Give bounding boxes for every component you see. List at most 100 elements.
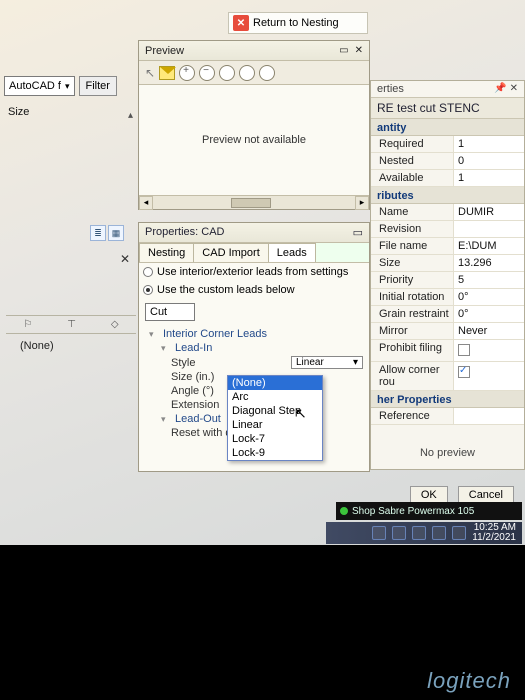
section-attributes: ributes (371, 187, 524, 204)
properties-title: Properties: CAD (145, 226, 224, 239)
tab-leads[interactable]: Leads (268, 243, 316, 262)
flag-icon[interactable]: ⚐ (23, 319, 32, 330)
row-grain-restraint: Grain restraint0° (371, 306, 524, 323)
tab-cad-import[interactable]: CAD Import (193, 243, 268, 262)
tray-icon[interactable] (452, 526, 466, 540)
scroll-thumb[interactable] (231, 198, 271, 208)
screen: ✕ Return to Nesting AutoCAD f▾ Filter Si… (0, 0, 525, 545)
zoom-actual-icon[interactable] (239, 65, 255, 81)
dock-icon[interactable]: ▭ (353, 226, 363, 239)
close-icon[interactable]: ✕ (355, 45, 363, 56)
tray-icon[interactable] (392, 526, 406, 540)
list-view-icon[interactable]: ≣ (90, 225, 106, 241)
properties-tabs: Nesting CAD Import Leads (139, 243, 369, 263)
size-label: Size (in.) (149, 371, 214, 383)
lead-in-label: Lead-In (175, 342, 212, 354)
option-diagonal-step[interactable]: Diagonal Step (228, 404, 322, 418)
preview-toolbar: ↖ + − (139, 61, 369, 85)
option-none[interactable]: (None) (228, 376, 322, 390)
row-available: Available1 (371, 170, 524, 187)
zoom-window-icon[interactable] (259, 65, 275, 81)
tag-icon[interactable]: ◇ (111, 319, 119, 330)
row-prohibit-filing: Prohibit filing (371, 340, 524, 362)
tray-icon[interactable] (412, 526, 426, 540)
envelope-icon[interactable] (159, 66, 175, 80)
notification-toast[interactable]: Shop Sabre Powermax 105 (336, 502, 522, 520)
close-icon[interactable]: ✕ (233, 15, 249, 31)
radio-use-custom[interactable]: Use the custom leads below (139, 281, 369, 299)
zoom-fit-icon[interactable] (219, 65, 235, 81)
monitor-brand: logitech (427, 668, 511, 694)
status-dot-icon (340, 507, 348, 515)
row-name: NameDUMIR (371, 204, 524, 221)
cursor-icon[interactable]: ↖ (145, 66, 155, 80)
none-label: (None) (20, 340, 54, 352)
grid-view-icon[interactable]: ▦ (108, 225, 124, 241)
row-revision: Revision (371, 221, 524, 238)
pin-icon[interactable]: ⊤ (67, 319, 76, 330)
state-toolbar: ⚐ ⊤ ◇ (6, 315, 136, 334)
section-other: her Properties (371, 391, 524, 408)
scroll-left-icon[interactable]: ◂ (139, 196, 153, 210)
font-combo[interactable]: AutoCAD f▾ (4, 76, 75, 96)
collapse-handle[interactable]: ▴ (128, 110, 138, 121)
row-size: Size13.296 (371, 255, 524, 272)
minimize-icon[interactable]: ▭ (339, 45, 348, 56)
panel-tab-label[interactable]: erties (377, 83, 404, 95)
return-to-nesting-bar[interactable]: ✕ Return to Nesting (228, 12, 368, 34)
chevron-down-icon[interactable]: ▾ (149, 329, 159, 340)
option-linear[interactable]: Linear (228, 418, 322, 432)
pin-icon[interactable]: 📌 ✕ (494, 83, 518, 95)
row-initial-rotation: Initial rotation0° (371, 289, 524, 306)
size-label: Size (0, 100, 135, 120)
row-filename: File nameE:\DUM (371, 238, 524, 255)
chevron-down-icon: ▾ (353, 357, 358, 368)
lead-out-label: Lead-Out (175, 413, 221, 425)
chevron-down-icon[interactable]: ▾ (161, 414, 171, 425)
properties-window: Properties: CAD ▭ Nesting CAD Import Lea… (138, 222, 370, 472)
preview-body: Preview not available (139, 85, 369, 195)
reset-label[interactable]: Reset with d (149, 427, 232, 439)
tray-icon[interactable] (372, 526, 386, 540)
entity-properties-panel: erties 📌 ✕ RE test cut STENC antity Requi… (370, 80, 525, 470)
row-required: Required1 (371, 136, 524, 153)
preview-window: Preview ▭ ✕ ↖ + − Preview not available … (138, 40, 370, 210)
zoom-in-icon[interactable]: + (179, 65, 195, 81)
option-lock7[interactable]: Lock-7 (228, 432, 322, 446)
cut-combo[interactable]: Cut (145, 303, 195, 321)
tray-icon[interactable] (432, 526, 446, 540)
mouse-cursor-icon: ↖ (295, 405, 307, 422)
return-label: Return to Nesting (253, 17, 339, 29)
style-dropdown[interactable]: Linear▾ (291, 356, 363, 369)
filter-button[interactable]: Filter (79, 76, 117, 96)
system-tray: 10:25 AM11/2/2021 (326, 522, 522, 544)
extension-label: Extension (149, 399, 219, 411)
left-panel: AutoCAD f▾ Filter Size (0, 72, 135, 120)
toast-text: Shop Sabre Powermax 105 (352, 506, 474, 517)
option-arc[interactable]: Arc (228, 390, 322, 404)
chevron-down-icon[interactable]: ▾ (161, 343, 171, 354)
row-allow-corner: Allow corner rou (371, 362, 524, 391)
preview-scrollbar[interactable]: ◂ ▸ (139, 195, 369, 209)
view-toggle-icons: ≣ ▦ (90, 225, 124, 241)
preview-title: Preview (145, 45, 184, 57)
zoom-out-icon[interactable]: − (199, 65, 215, 81)
entity-title: RE test cut STENC (371, 98, 524, 119)
row-priority: Priority5 (371, 272, 524, 289)
option-lock9[interactable]: Lock-9 (228, 446, 322, 460)
style-dropdown-list[interactable]: (None) Arc Diagonal Step Linear Lock-7 L… (227, 375, 323, 461)
side-preview: No preview (371, 425, 524, 480)
tab-nesting[interactable]: Nesting (139, 243, 194, 262)
chevron-down-icon: ▾ (65, 81, 70, 92)
taskbar-clock[interactable]: 10:25 AM11/2/2021 (472, 523, 516, 543)
radio-use-settings[interactable]: Use interior/exterior leads from setting… (139, 263, 369, 281)
row-mirror: MirrorNever (371, 323, 524, 340)
section-quantity: antity (371, 119, 524, 136)
style-label: Style (149, 357, 195, 369)
angle-label: Angle (°) (149, 385, 214, 397)
row-nested: Nested0 (371, 153, 524, 170)
panel-close-icon[interactable]: ✕ (120, 252, 130, 266)
row-reference: Reference (371, 408, 524, 425)
scroll-right-icon[interactable]: ▸ (355, 196, 369, 210)
section-interior-corner: Interior Corner Leads (163, 328, 267, 340)
